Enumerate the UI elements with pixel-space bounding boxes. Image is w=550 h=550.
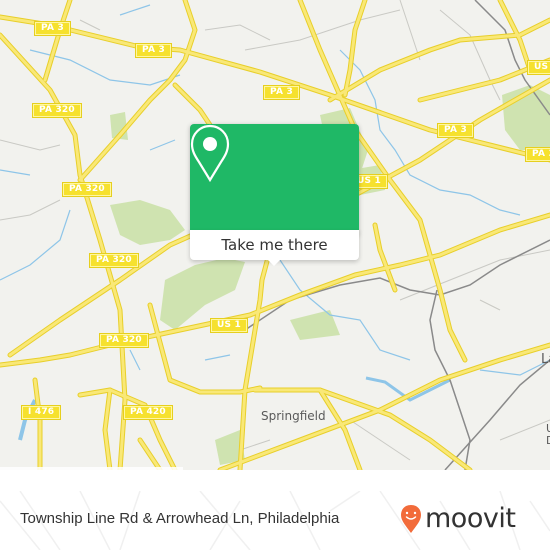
route-shield-pa420: PA 420 xyxy=(123,405,173,420)
brand-name: moovit xyxy=(425,503,516,534)
place-label: La xyxy=(541,352,550,367)
stream xyxy=(0,209,71,281)
route-shield-us1: US 1 xyxy=(210,318,248,333)
map-attribution[interactable]: © OpenStreetMap contributors xyxy=(0,467,183,470)
take-me-there-button[interactable]: Take me there xyxy=(190,230,359,260)
map[interactable]: PA 3 PA 3 PA 3 PA 3 PA 3 US 1 US 1 US 1 … xyxy=(0,0,550,470)
park xyxy=(110,200,185,245)
stream xyxy=(149,139,176,151)
route-shield-pa3: PA 3 xyxy=(437,123,474,138)
route-shield-pa320: PA 320 xyxy=(99,333,149,348)
route-shield-pa320: PA 320 xyxy=(62,182,112,197)
popup-header xyxy=(190,124,359,230)
location-popup: Take me there xyxy=(190,124,359,266)
route-shield-pa320: PA 320 xyxy=(89,253,139,268)
location-pin-icon xyxy=(190,124,230,183)
popup-pointer xyxy=(266,258,282,266)
moovit-pin-icon xyxy=(401,505,421,533)
route-shield-pa3: PA 3 xyxy=(263,85,300,100)
route-shield-us1: US 1 xyxy=(527,60,550,75)
stream xyxy=(119,4,151,16)
railway xyxy=(444,359,550,470)
place-label: D xyxy=(546,434,550,447)
route-shield-pa320: PA 320 xyxy=(32,103,82,118)
park xyxy=(290,310,340,340)
stream xyxy=(204,354,231,361)
location-title: Township Line Rd & Arrowhead Ln, Philade… xyxy=(20,510,340,527)
stream xyxy=(129,349,141,371)
moovit-logo[interactable]: moovit xyxy=(400,501,516,537)
route-shield-pa3: PA 3 xyxy=(135,43,172,58)
route-shield-pa3: PA 3 xyxy=(34,21,71,36)
footer: Township Line Rd & Arrowhead Ln, Philade… xyxy=(0,491,550,550)
route-shield-pa3: PA 3 xyxy=(525,147,550,162)
route-shield-i476: I 476 xyxy=(20,405,62,420)
stream xyxy=(0,169,31,176)
place-label-springfield: Springfield xyxy=(261,409,326,423)
